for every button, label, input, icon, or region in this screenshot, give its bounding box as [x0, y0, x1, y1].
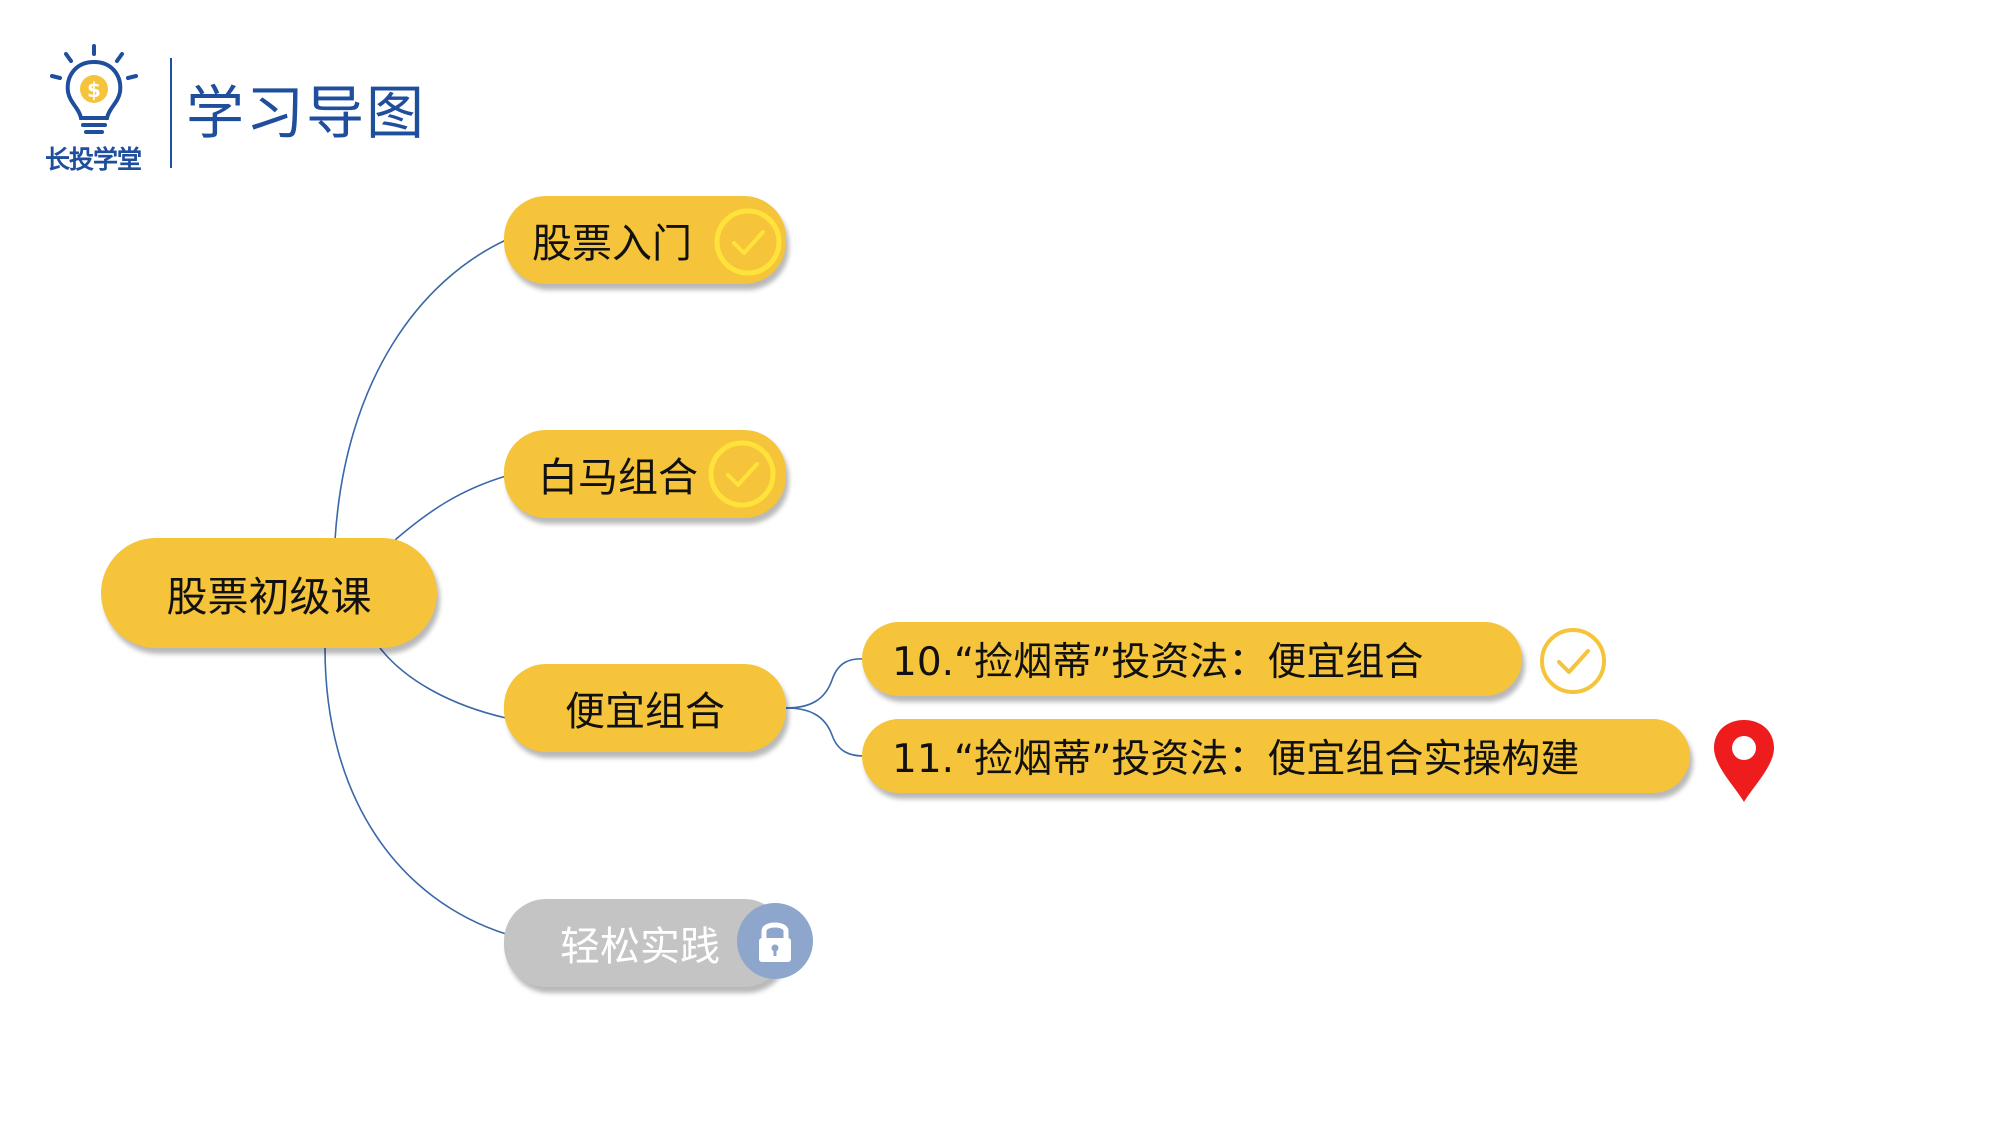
mindmap-canvas: $ 长投学堂 学习导图 股票初级课 股票入门 白马组合 便宜组合 10.“捡烟蒂… — [0, 0, 2000, 1125]
check-icon — [708, 440, 776, 508]
lesson-11-node[interactable]: 11.“捡烟蒂”投资法：便宜组合实操构建 — [862, 719, 1690, 793]
root-node-label: 股票初级课 — [166, 573, 372, 621]
lesson-label: 11.“捡烟蒂”投资法：便宜组合实操构建 — [892, 737, 1580, 782]
location-pin-icon — [1714, 720, 1774, 802]
branch-cheap-portfolio[interactable]: 便宜组合 — [504, 664, 786, 752]
branch-label: 白马组合 — [538, 455, 698, 501]
connector-root-to-blue-chip — [394, 475, 507, 541]
connector-root-to-stock-intro — [334, 239, 507, 541]
connector-cheap-to-lesson-10 — [785, 658, 865, 709]
check-icon — [714, 208, 782, 276]
check-icon — [1540, 628, 1606, 694]
branch-label: 轻松实践 — [560, 924, 720, 970]
connector-root-to-practice — [324, 647, 507, 935]
lesson-10-node[interactable]: 10.“捡烟蒂”投资法：便宜组合 — [862, 622, 1522, 696]
root-node[interactable]: 股票初级课 — [101, 538, 437, 648]
lesson-label: 10.“捡烟蒂”投资法：便宜组合 — [892, 640, 1424, 685]
branch-label: 便宜组合 — [565, 689, 725, 735]
connector-root-to-cheap-portfolio — [379, 647, 507, 719]
lock-icon — [737, 903, 813, 979]
branch-label: 股票入门 — [532, 221, 692, 267]
connector-cheap-to-lesson-11 — [785, 707, 865, 757]
